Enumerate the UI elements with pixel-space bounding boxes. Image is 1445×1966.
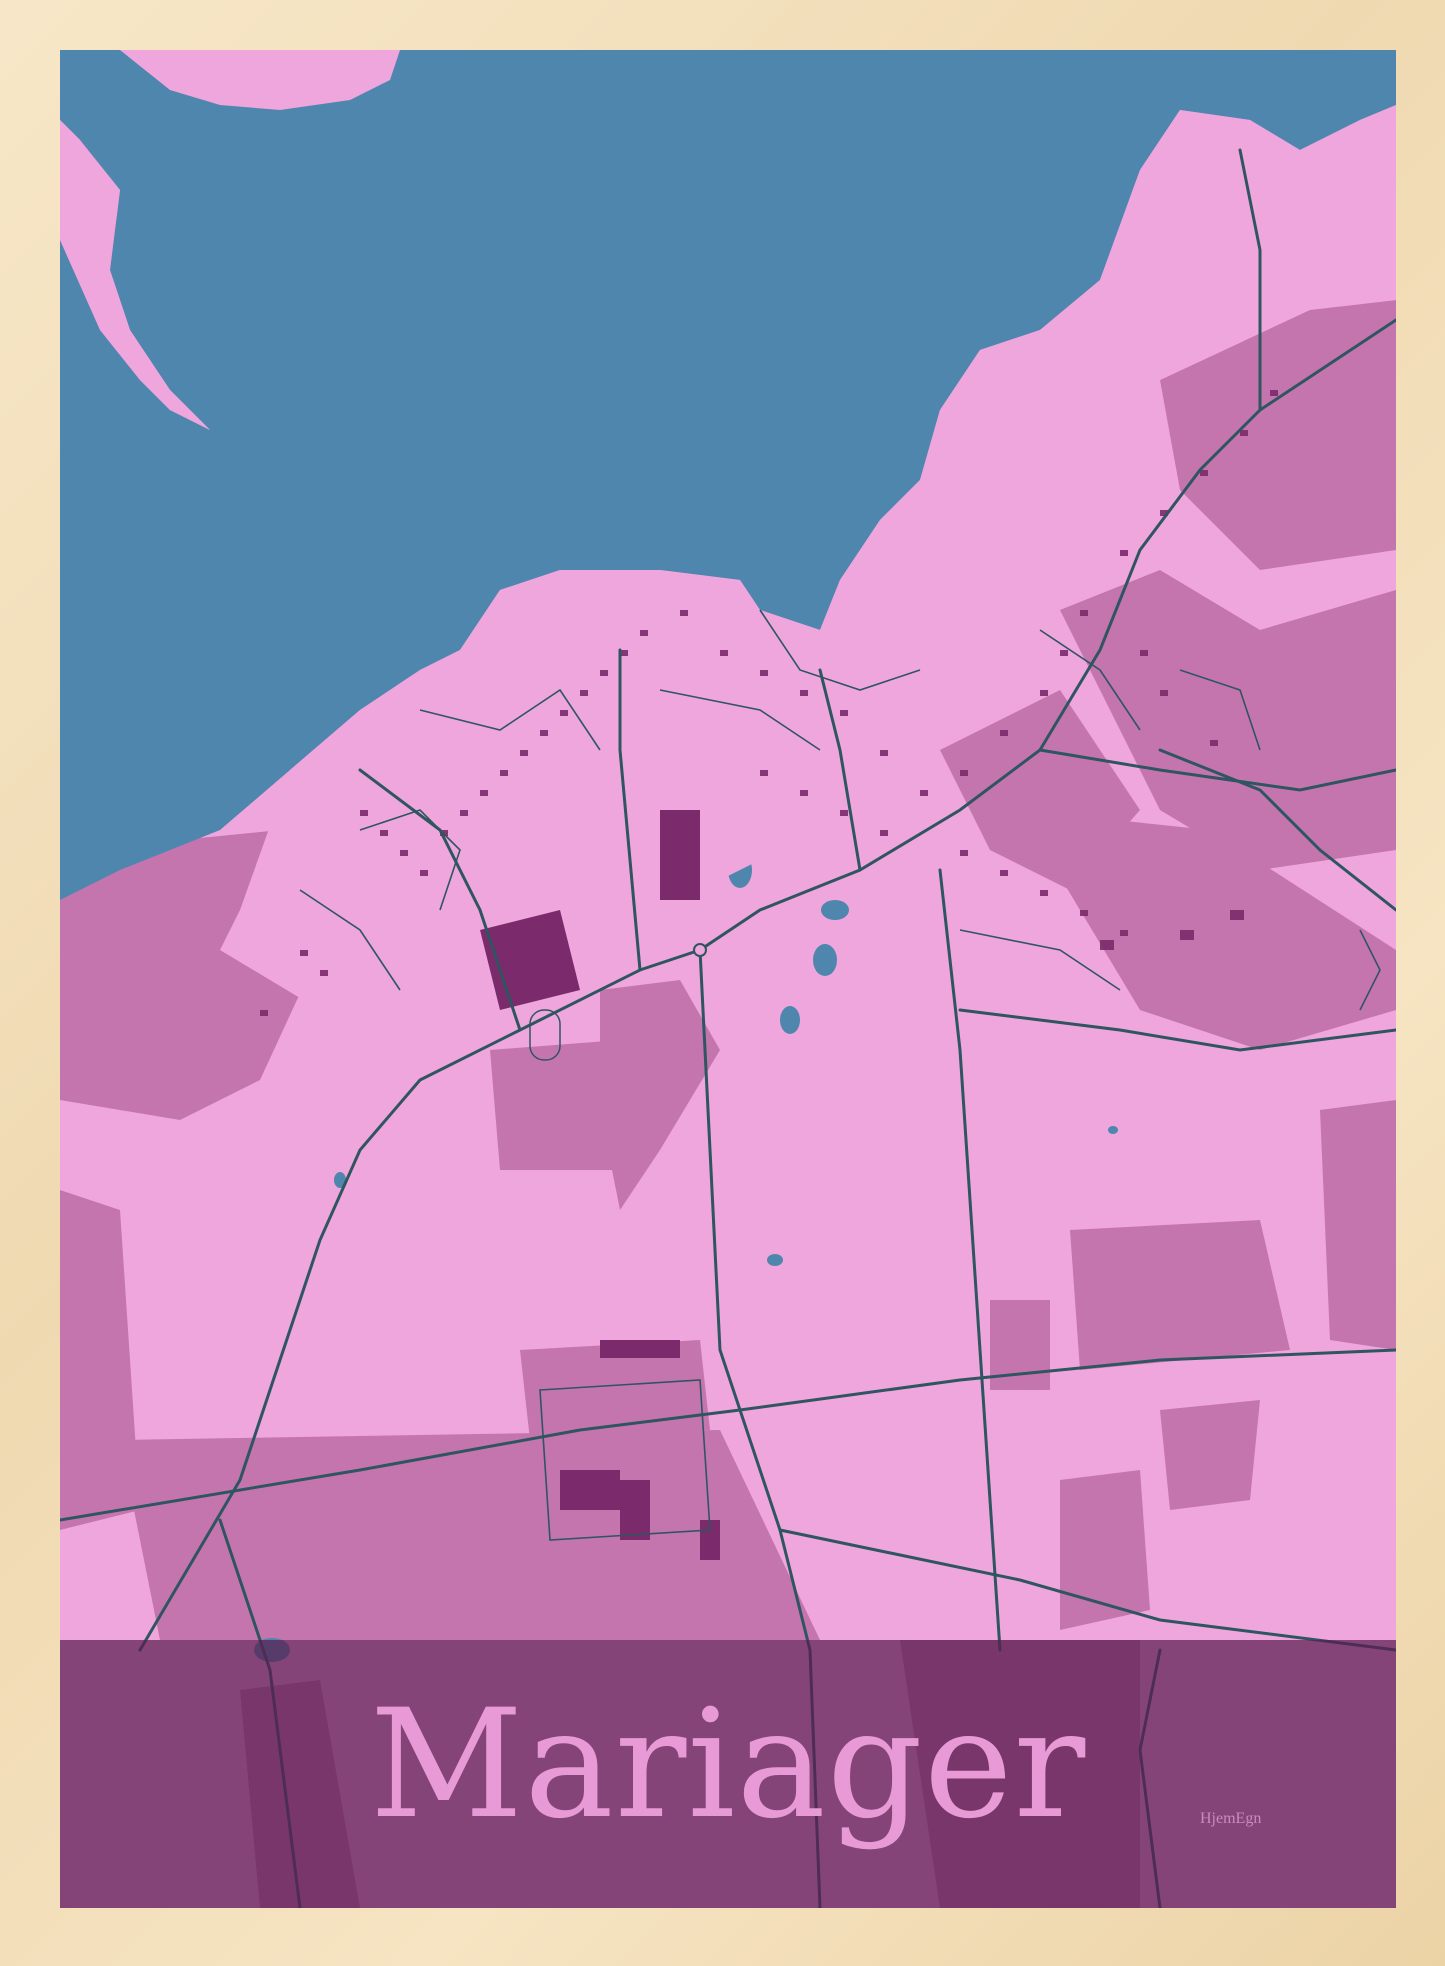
map-poster: Mariager HjemEgn (60, 50, 1396, 1908)
roundabout (693, 943, 707, 957)
wooden-frame: Mariager HjemEgn (0, 0, 1445, 1966)
brand-signature: HjemEgn (1200, 1810, 1262, 1827)
street-map (60, 50, 1396, 1908)
poster-title: Mariager (369, 1678, 1087, 1852)
